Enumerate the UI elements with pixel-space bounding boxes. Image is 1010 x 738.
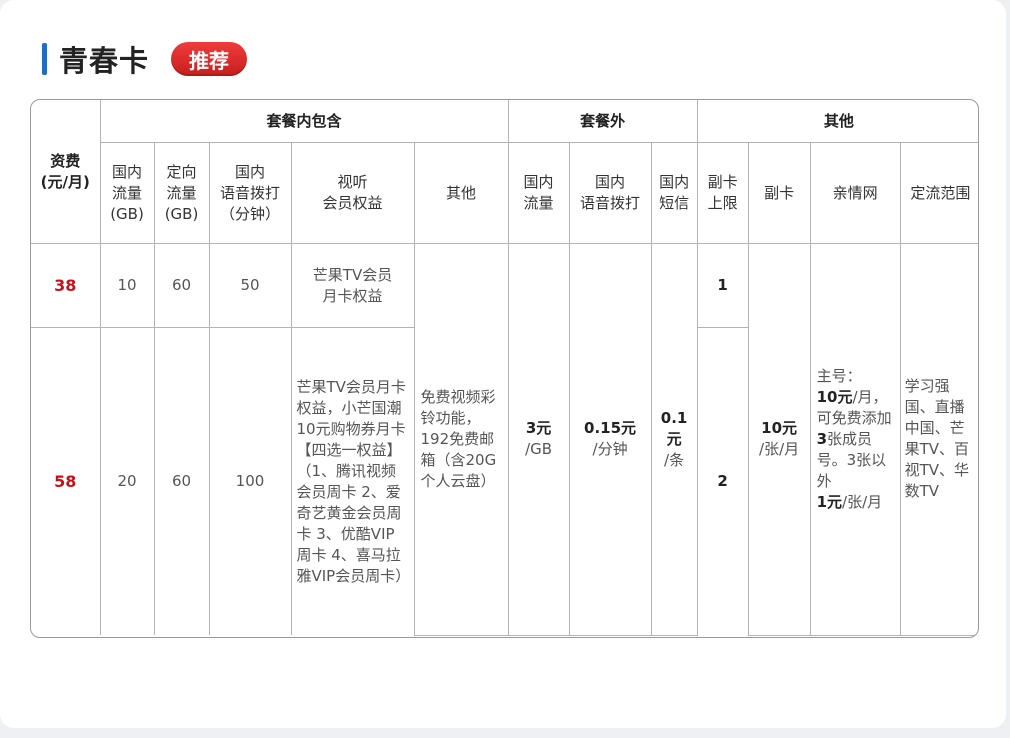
family-text-3: /张/月 [842, 492, 883, 511]
shared-scope: 学习强国、直播中国、芒果TV、百视TV、华数TV [899, 243, 978, 636]
header-fee: 资费 (元/月) [31, 100, 101, 244]
header-av-benefits: 视听 会员权益 [290, 142, 415, 244]
header-included: 套餐内包含 [99, 100, 509, 143]
header-extra-voice: 国内 语音拨打 [568, 142, 652, 244]
row-fee: 58 [31, 327, 101, 635]
shared-included-other: 免费视频彩铃功能，192免费邮箱（含20G个人云盘） [413, 243, 509, 636]
sub-card-unit: /张/月 [759, 440, 800, 459]
shared-extra-data: 3元 /GB [507, 243, 570, 636]
row-voice: 50 [208, 243, 292, 328]
row-av-benefits: 芒果TV会员月卡权益，小芒国潮10元购物券月卡 【四选一权益】（1、腾讯视频会员… [290, 327, 415, 635]
row-fee: 38 [31, 243, 101, 328]
header-included-other: 其他 [413, 142, 509, 244]
row-targeted-data: 60 [153, 243, 210, 328]
extra-sms-unit: /条 [664, 450, 685, 469]
header-scope: 定流范围 [899, 142, 978, 244]
header-extra-data: 国内 流量 [507, 142, 570, 244]
family-line-1: 主号： [816, 366, 862, 385]
row-domestic-data: 20 [99, 327, 155, 635]
row-voice: 100 [208, 327, 292, 635]
row-av-benefits: 芒果TV会员 月卡权益 [290, 243, 415, 328]
family-text-2: 张成员号。3张以外 [816, 429, 887, 490]
shared-extra-voice: 0.15元 /分钟 [568, 243, 652, 636]
family-price-extra: 1元 [816, 492, 843, 511]
extra-data-price: 3元 [525, 419, 552, 438]
shared-extra-sms: 0.1元 /条 [650, 243, 698, 636]
plan-table: 资费 (元/月) 套餐内包含 套餐外 其他 国内 流量 (GB) 定向 流量 (… [30, 99, 979, 638]
extra-sms-price: 0.1元 [660, 408, 688, 448]
header-sub-card: 副卡 [747, 142, 811, 244]
header-other-group: 其他 [696, 100, 978, 143]
plan-title: 青春卡 [59, 44, 150, 78]
extra-voice-price: 0.15元 [584, 419, 637, 438]
header-domestic-data: 国内 流量 (GB) [100, 142, 155, 244]
header-extra-sms: 国内 短信 [650, 142, 698, 244]
shared-sub-card: 10元 /张/月 [747, 243, 811, 636]
header-extra: 套餐外 [507, 100, 698, 143]
extra-voice-unit: /分钟 [592, 440, 628, 459]
plan-header: 青春卡 推荐 [42, 38, 248, 80]
plan-card: 青春卡 推荐 资费 (元/月) 套餐内包含 套餐外 其他 国内 流量 (GB) … [0, 0, 1006, 728]
title-accent-bar [42, 43, 47, 75]
header-targeted-data: 定向 流量 (GB) [153, 142, 210, 244]
row-domestic-data: 10 [99, 243, 155, 328]
row-targeted-data: 60 [153, 327, 210, 635]
header-family: 亲情网 [809, 142, 901, 244]
header-sub-limit: 副卡 上限 [696, 142, 749, 244]
shared-family: 主号： 10元/月，可免费添加 3张成员号。3张以外 1元/张/月 [809, 243, 901, 636]
table-row: 38 10 60 50 芒果TV会员 月卡权益 免费视频彩铃功能，192免费邮箱… [31, 243, 978, 636]
header-voice: 国内 语音拨打 （分钟） [208, 142, 292, 244]
row-sub-limit: 2 [696, 327, 749, 635]
extra-data-unit: /GB [525, 440, 553, 459]
row-sub-limit: 1 [696, 243, 749, 328]
family-count: 3 [816, 429, 828, 448]
sub-card-price: 10元 [761, 419, 798, 438]
recommend-badge: 推荐 [171, 42, 248, 76]
family-price-main: 10元 [816, 387, 853, 406]
